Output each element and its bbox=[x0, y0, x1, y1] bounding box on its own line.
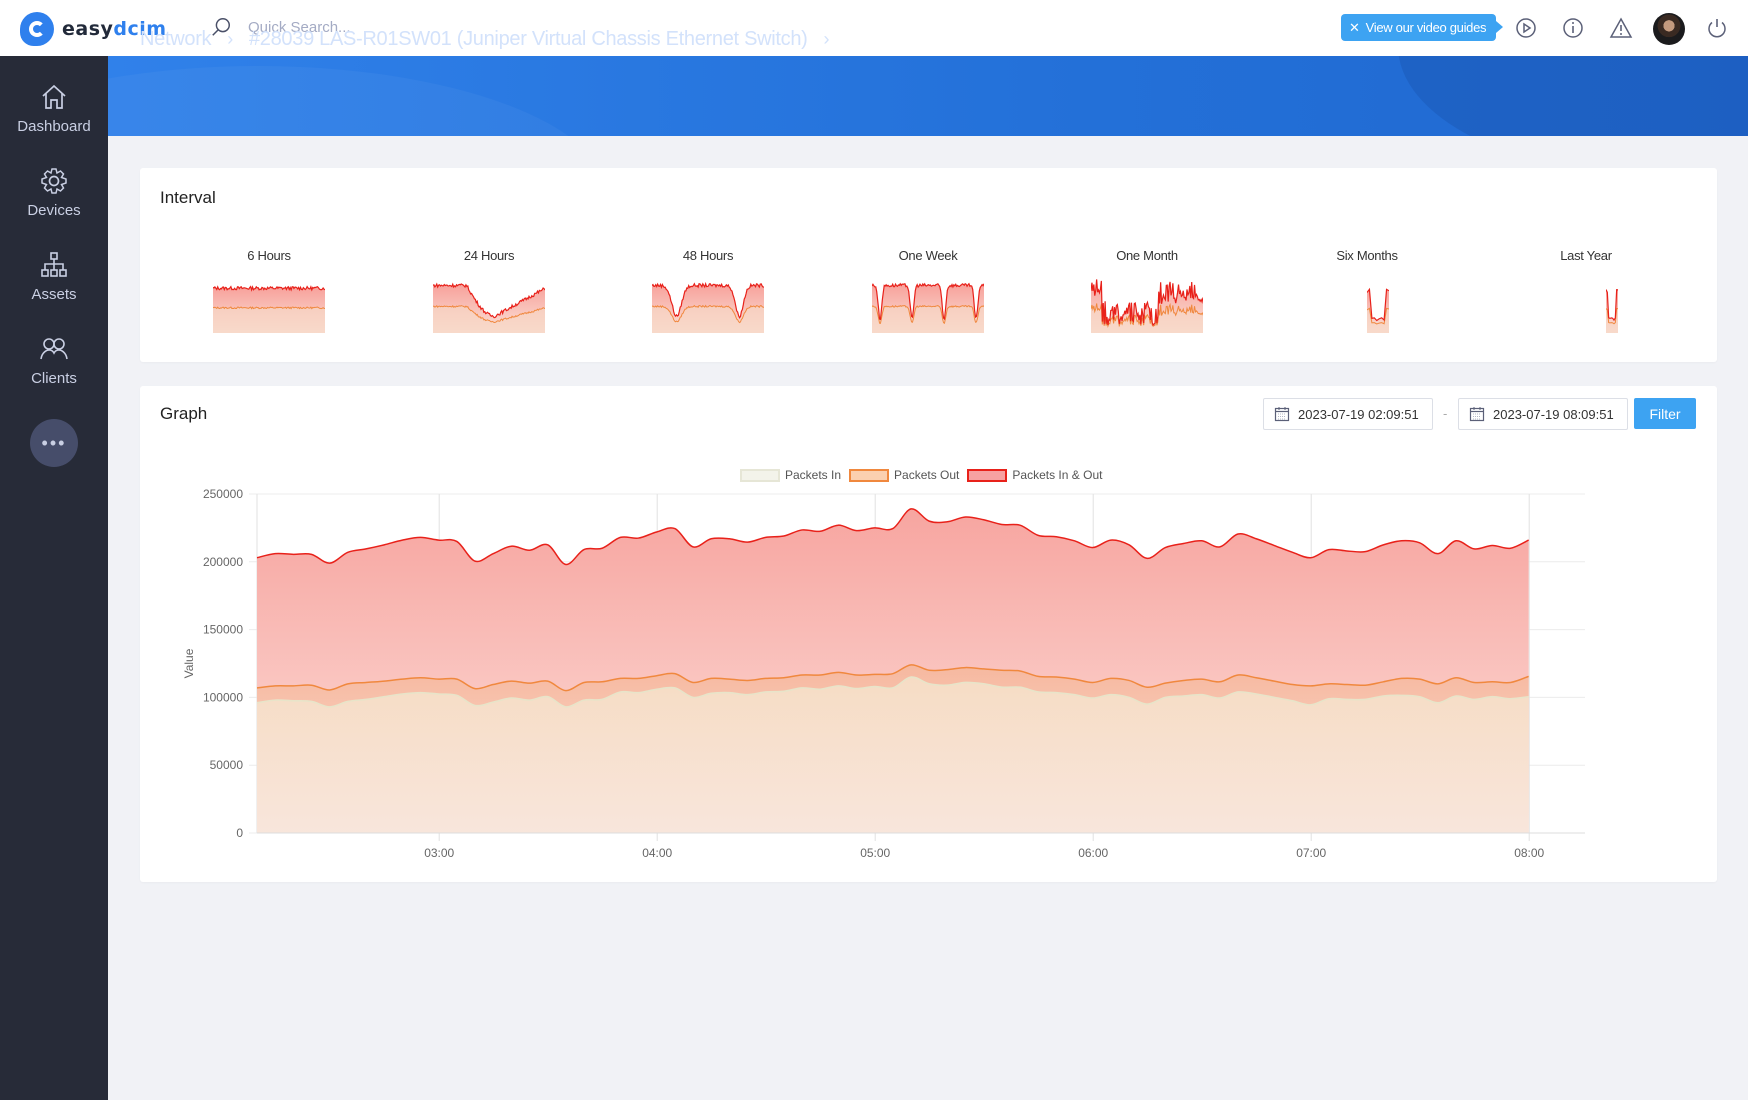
breadcrumb: Network › #28039 LAS-R01SW01 (Juniper Vi… bbox=[140, 28, 1063, 51]
y-tick-label: 0 bbox=[236, 826, 243, 840]
close-icon[interactable]: ✕ bbox=[1349, 20, 1360, 36]
y-tick-label: 200000 bbox=[203, 555, 243, 569]
info-icon[interactable] bbox=[1561, 16, 1585, 40]
gear-icon bbox=[41, 168, 67, 194]
brand-part-1: easy bbox=[62, 18, 114, 40]
x-tick-label: 08:00 bbox=[1514, 846, 1544, 860]
thumb-area-out bbox=[213, 306, 325, 333]
breadcrumb-device[interactable]: #28039 LAS-R01SW01 (Juniper Virtual Chas… bbox=[249, 28, 808, 51]
sidebar-item-label: Devices bbox=[27, 202, 81, 219]
x-tick-label: 07:00 bbox=[1296, 846, 1326, 860]
interval-option-label: Six Months bbox=[1336, 248, 1398, 263]
interval-title: Interval bbox=[160, 188, 216, 207]
home-icon bbox=[42, 84, 66, 109]
sidebar-item-devices[interactable]: Devices bbox=[0, 166, 108, 219]
y-tick-label: 100000 bbox=[203, 690, 243, 704]
more-icon: ••• bbox=[41, 432, 67, 453]
sitemap-icon bbox=[41, 252, 67, 277]
y-tick-label: 50000 bbox=[210, 758, 244, 772]
chevron-right-icon: › bbox=[227, 29, 233, 49]
interval-thumbnail-chart bbox=[652, 281, 764, 333]
interval-option-label: One Week bbox=[898, 248, 958, 263]
interval-thumbnail-chart bbox=[433, 282, 545, 333]
graph-panel: Graph 2023-07-19 02:09:51 - 2023-07-19 0… bbox=[140, 386, 1717, 882]
sidebar: Dashboard Devices Assets Clients ••• bbox=[0, 56, 108, 1100]
logo-icon bbox=[20, 12, 54, 46]
unicast-packets-chart: 0 50000 100000 150000 200000 250000 03:00 04:00… bbox=[182, 487, 1585, 860]
interval-option[interactable]: Last Year bbox=[1486, 248, 1686, 333]
warning-icon[interactable] bbox=[1609, 16, 1633, 40]
interval-option[interactable]: One Month bbox=[1047, 248, 1247, 333]
interval-option-label: 6 Hours bbox=[247, 248, 291, 263]
sidebar-item-assets[interactable]: Assets bbox=[0, 250, 108, 303]
interval-thumbnail-chart bbox=[872, 282, 984, 333]
interval-option-label: 24 Hours bbox=[463, 248, 515, 263]
users-icon bbox=[40, 338, 68, 360]
y-tick-label: 150000 bbox=[203, 623, 243, 637]
series-area-packets-in bbox=[257, 677, 1529, 833]
y-tick-label: 250000 bbox=[203, 487, 243, 501]
more-menu-button[interactable]: ••• bbox=[30, 419, 78, 467]
avatar[interactable] bbox=[1653, 13, 1685, 45]
chevron-right-icon: › bbox=[823, 29, 830, 49]
interval-option-label: One Month bbox=[1116, 248, 1178, 263]
interval-option[interactable]: 48 Hours bbox=[608, 248, 808, 333]
sidebar-item-clients[interactable]: Clients bbox=[0, 334, 108, 387]
interval-option-label: 48 Hours bbox=[682, 248, 734, 263]
interval-option[interactable]: Six Months bbox=[1267, 248, 1467, 333]
x-tick-label: 04:00 bbox=[642, 846, 672, 860]
x-tick-label: 03:00 bbox=[424, 846, 454, 860]
x-tick-label: 05:00 bbox=[860, 846, 890, 860]
play-icon[interactable] bbox=[1514, 16, 1538, 40]
thumb-area-out bbox=[872, 305, 984, 333]
breadcrumb-current: Graph: Unicast Packets bbox=[845, 28, 1064, 50]
sidebar-item-label: Clients bbox=[31, 370, 77, 387]
interval-option[interactable]: 6 Hours bbox=[169, 248, 369, 333]
video-guides-button[interactable]: ✕ View our video guides bbox=[1341, 14, 1504, 41]
interval-thumbnail-chart bbox=[1606, 288, 1618, 333]
sidebar-item-label: Assets bbox=[31, 286, 77, 303]
header-decoration bbox=[108, 66, 608, 136]
interval-thumbnail-chart bbox=[213, 285, 325, 333]
breadcrumb-network[interactable]: Network bbox=[140, 28, 212, 51]
page-header bbox=[108, 56, 1748, 136]
header-decoration bbox=[1398, 56, 1748, 136]
sidebar-item-label: Dashboard bbox=[17, 118, 91, 135]
x-tick-label: 06:00 bbox=[1078, 846, 1108, 860]
interval-panel: Interval 6 Hours 24 Hours 48 Hours One Week… bbox=[140, 168, 1717, 362]
interval-option[interactable]: 24 Hours bbox=[389, 248, 589, 333]
power-icon[interactable] bbox=[1705, 16, 1729, 40]
interval-thumbnail-chart bbox=[1367, 287, 1389, 333]
y-axis-label: Value bbox=[182, 648, 196, 678]
interval-option[interactable]: One Week bbox=[828, 248, 1028, 333]
interval-option-label: Last Year bbox=[1560, 248, 1612, 263]
sidebar-item-dashboard[interactable]: Dashboard bbox=[0, 82, 108, 135]
interval-thumbnail-chart bbox=[1091, 279, 1203, 333]
video-guides-label: View our video guides bbox=[1365, 20, 1487, 35]
